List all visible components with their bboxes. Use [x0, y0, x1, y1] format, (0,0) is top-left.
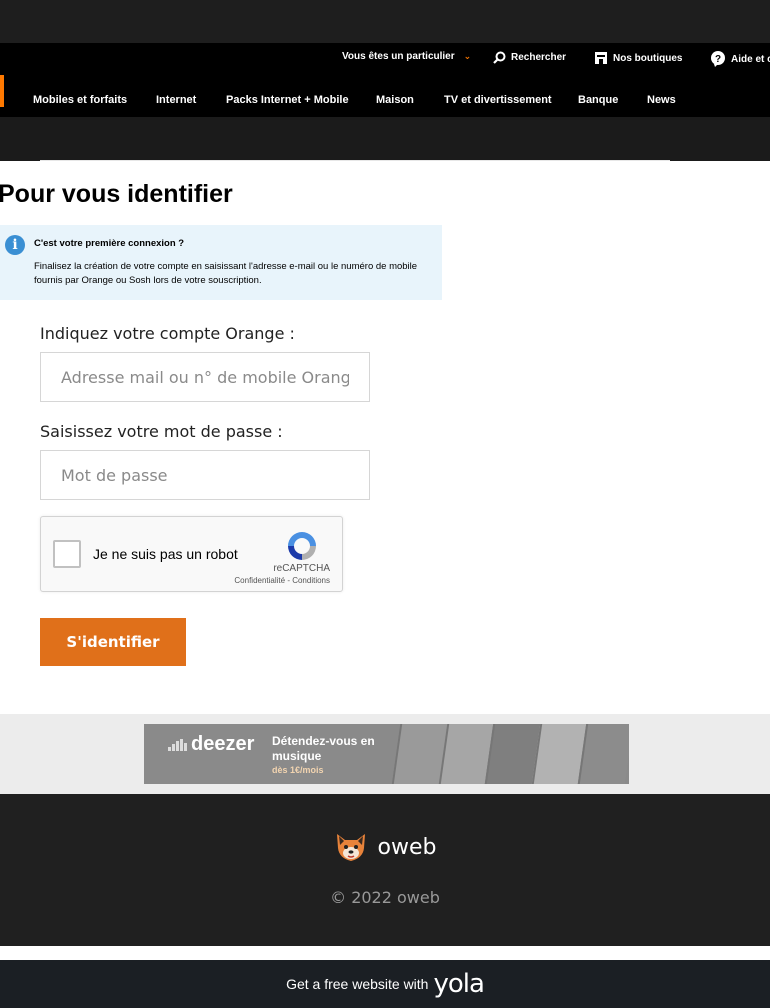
- chevron-down-icon: ⌄: [463, 51, 472, 61]
- utility-bar: Vous êtes un particulier ⌄ Rechercher No…: [0, 43, 770, 73]
- nav-item-packs[interactable]: Packs Internet + Mobile: [226, 94, 349, 106]
- copyright-text: © 2022 oweb: [330, 888, 440, 907]
- header-subbar: [0, 117, 770, 161]
- ad-banner-zone: deezer Détendez-vous en musique dès 1€/m…: [0, 714, 770, 794]
- deezer-photo-strip: [391, 724, 629, 784]
- notice-text: Finalisez la création de votre compte en…: [34, 261, 418, 286]
- recaptcha-logo-icon: [288, 532, 316, 560]
- equalizer-icon: [168, 738, 187, 751]
- nav-item-mobiles[interactable]: Mobiles et forfaits: [33, 94, 127, 106]
- help-link-label: Aide et c: [731, 53, 770, 65]
- account-label: Indiquez votre compte Orange :: [40, 324, 295, 343]
- header-divider: [40, 160, 670, 161]
- recaptcha-privacy-links[interactable]: Confidentialité - Conditions: [234, 576, 330, 585]
- nav-item-news[interactable]: News: [647, 94, 676, 106]
- orange-logo-edge: [0, 75, 4, 107]
- search-link-label: Rechercher: [511, 52, 567, 63]
- first-login-notice: i C'est votre première connexion ? Final…: [0, 225, 442, 300]
- deezer-logo: deezer: [168, 733, 254, 756]
- help-link[interactable]: ? Aide et c: [710, 51, 770, 67]
- search-icon: [493, 51, 506, 64]
- nav-item-maison[interactable]: Maison: [376, 94, 414, 106]
- deezer-price: dès 1€/mois: [272, 765, 324, 775]
- page-title: Pour vous identifier: [0, 180, 233, 208]
- yola-promo-bar[interactable]: Get a free website with yola: [0, 960, 770, 1008]
- login-submit-button[interactable]: S'identifier: [40, 618, 186, 666]
- search-link[interactable]: Rechercher: [493, 51, 566, 64]
- deezer-headline: Détendez-vous en musique: [272, 734, 375, 763]
- password-input[interactable]: [40, 450, 370, 500]
- profile-selector[interactable]: Vous êtes un particulier ⌄: [342, 51, 471, 62]
- profile-selector-label: Vous êtes un particulier: [342, 51, 455, 62]
- recaptcha-widget: Je ne suis pas un robot reCAPTCHA Confid…: [40, 516, 343, 592]
- shop-icon: [595, 52, 607, 64]
- shops-link[interactable]: Nos boutiques: [594, 51, 682, 65]
- yola-logo[interactable]: yola: [433, 969, 484, 999]
- account-input[interactable]: [40, 352, 370, 402]
- yola-promo-text: Get a free website with: [286, 976, 429, 992]
- site-footer: oweb © 2022 oweb: [0, 794, 770, 946]
- main-nav: Mobiles et forfaits Internet Packs Inter…: [0, 73, 770, 117]
- recaptcha-label: Je ne suis pas un robot: [93, 546, 238, 562]
- help-icon: ?: [711, 51, 725, 67]
- footer-gap: [0, 946, 770, 960]
- deezer-ad-banner[interactable]: deezer Détendez-vous en musique dès 1€/m…: [144, 724, 629, 784]
- site-header: Vous êtes un particulier ⌄ Rechercher No…: [0, 43, 770, 161]
- recaptcha-brand: reCAPTCHA: [273, 563, 330, 574]
- nav-item-banque[interactable]: Banque: [578, 94, 618, 106]
- shops-link-label: Nos boutiques: [613, 52, 683, 64]
- footer-brand-name: oweb: [377, 834, 437, 860]
- notice-title: C'est votre première connexion ?: [34, 238, 185, 249]
- recaptcha-checkbox[interactable]: [53, 540, 81, 568]
- password-label: Saisissez votre mot de passe :: [40, 422, 283, 441]
- footer-brand: oweb: [0, 830, 770, 864]
- info-icon: i: [5, 235, 25, 255]
- browser-top-strip: [0, 0, 770, 43]
- deezer-brand-text: deezer: [191, 733, 255, 755]
- svg-text:?: ?: [715, 54, 721, 65]
- nav-item-internet[interactable]: Internet: [156, 94, 196, 106]
- fox-logo-icon: [336, 834, 365, 861]
- nav-item-tv[interactable]: TV et divertissement: [444, 94, 552, 106]
